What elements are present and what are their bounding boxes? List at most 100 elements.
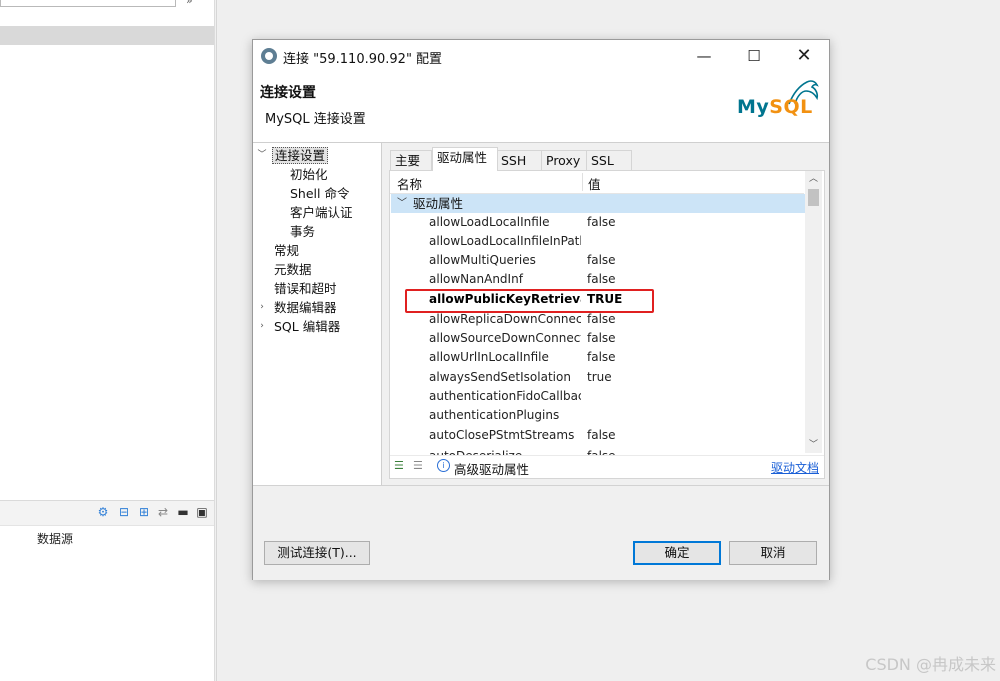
- tree-item-client-auth[interactable]: 客户端认证: [290, 203, 353, 222]
- tree-item-label: 元数据: [274, 262, 312, 277]
- property-name: authenticationFidoCallback: [429, 389, 581, 403]
- window-title: 连接 "59.110.90.92" 配置: [283, 52, 443, 67]
- info-icon: i: [437, 459, 450, 472]
- table-row[interactable]: alwaysSendSetIsolation true: [391, 368, 805, 387]
- page-subtitle: MySQL 连接设置: [265, 112, 366, 127]
- chevron-down-icon[interactable]: ﹀: [397, 194, 407, 213]
- background-left-panel: » ⚙ ⊟ ⊞ ⇄ ▬ ▣ 数据源: [0, 0, 215, 681]
- column-header-value[interactable]: 值: [588, 174, 601, 193]
- driver-properties-panel: 名称 值 ﹀ 驱动属性 allowLoadLocalInfile false al…: [389, 170, 825, 479]
- tree-item-label: SQL 编辑器: [274, 319, 341, 334]
- app-icon: [261, 48, 277, 64]
- tab-ssl[interactable]: SSL: [586, 150, 632, 171]
- property-value[interactable]: false: [587, 270, 616, 289]
- tree-item-label: Shell 命令: [290, 186, 350, 201]
- property-name: allowUrlInLocalInfile: [429, 350, 549, 364]
- property-name: allowReplicaDownConnections: [429, 312, 581, 326]
- table-row[interactable]: allowLoadLocalInfileInPath: [391, 232, 805, 251]
- tree-item-metadata[interactable]: 元数据: [274, 260, 312, 279]
- property-value[interactable]: true: [587, 368, 612, 387]
- chevron-right-icon[interactable]: ›: [257, 317, 267, 336]
- maximize-button[interactable]: ☐: [731, 40, 777, 72]
- collapse-icon[interactable]: ⊟: [117, 505, 131, 519]
- test-connection-button[interactable]: 测试连接(T)...: [264, 541, 370, 565]
- property-name: allowNanAndInf: [429, 272, 523, 286]
- add-property-icon[interactable]: ☰: [394, 459, 408, 473]
- property-value[interactable]: false: [587, 426, 616, 445]
- chevron-down-icon[interactable]: ﹀: [257, 146, 267, 165]
- watermark: CSDN @冉成未来: [865, 655, 996, 674]
- group-row-driver-properties[interactable]: ﹀ 驱动属性: [391, 194, 805, 213]
- tree-item-errors-timeouts[interactable]: 错误和超时: [274, 279, 337, 298]
- table-row[interactable]: autoClosePStmtStreams false: [391, 426, 805, 445]
- tree-item-label: 连接设置: [272, 147, 329, 164]
- property-name: allowLoadLocalInfile: [429, 215, 550, 229]
- mysql-logo: MySQL: [737, 76, 823, 124]
- table-row[interactable]: allowSourceDownConnections false: [391, 329, 805, 348]
- background-input-box[interactable]: [0, 0, 176, 7]
- minimize-icon[interactable]: ▬: [176, 505, 190, 519]
- property-name: authenticationPlugins: [429, 408, 560, 422]
- tree-item-label: 初始化: [290, 167, 328, 182]
- logo-sql: SQL: [769, 96, 813, 118]
- background-toolbar: ⚙ ⊟ ⊞ ⇄ ▬ ▣: [0, 500, 214, 526]
- close-button[interactable]: ✕: [781, 40, 827, 72]
- table-row[interactable]: allowLoadLocalInfile false: [391, 213, 805, 232]
- tree-item-general[interactable]: 常规: [274, 241, 299, 260]
- vertical-scrollbar[interactable]: ︿ ﹀: [805, 171, 822, 453]
- tree-item-label: 数据编辑器: [274, 300, 337, 315]
- property-name: allowLoadLocalInfileInPath: [429, 234, 581, 248]
- minimize-button[interactable]: —: [681, 40, 727, 72]
- tree-item-label: 错误和超时: [274, 281, 337, 296]
- tree-item-label: 事务: [290, 224, 316, 239]
- datasource-label: 数据源: [37, 532, 74, 546]
- link-icon[interactable]: ⇄: [156, 505, 170, 519]
- property-value[interactable]: false: [587, 348, 616, 367]
- tree-item-init[interactable]: 初始化: [290, 165, 328, 184]
- property-value[interactable]: false: [587, 213, 616, 232]
- tree-item-label: 常规: [274, 243, 300, 258]
- group-label: 驱动属性: [413, 196, 464, 211]
- settings-tree: ﹀ 连接设置 初始化 Shell 命令 客户端认证 事务 常规 元数据 错误和超…: [253, 143, 382, 485]
- background-selected-band: [0, 26, 214, 45]
- splitter[interactable]: [216, 0, 217, 681]
- chevron-icon[interactable]: »: [186, 0, 193, 7]
- property-name: autoClosePStmtStreams: [429, 428, 575, 442]
- tree-item-connection-settings[interactable]: 连接设置: [272, 146, 329, 165]
- table-row[interactable]: allowMultiQueries false: [391, 251, 805, 270]
- scroll-thumb[interactable]: [808, 189, 819, 206]
- expand-icon[interactable]: ⊞: [137, 505, 151, 519]
- table-row[interactable]: authenticationFidoCallback: [391, 387, 805, 406]
- table-row[interactable]: allowUrlInLocalInfile false: [391, 348, 805, 367]
- title-bar[interactable]: 连接 "59.110.90.92" 配置 — ☐ ✕: [253, 40, 829, 72]
- property-value[interactable]: false: [587, 329, 616, 348]
- tab-proxy[interactable]: Proxy: [541, 150, 589, 171]
- tree-item-shell-commands[interactable]: Shell 命令: [290, 184, 349, 203]
- table-row[interactable]: allowReplicaDownConnections false: [391, 310, 805, 329]
- table-row[interactable]: authenticationPlugins: [391, 406, 805, 425]
- property-value[interactable]: false: [587, 310, 616, 329]
- scroll-down-icon[interactable]: ﹀: [805, 437, 822, 453]
- property-name: allowSourceDownConnections: [429, 331, 581, 345]
- tab-main[interactable]: 主要: [390, 150, 432, 171]
- button-bar: 测试连接(T)... 确定 取消: [253, 485, 829, 580]
- chevron-right-icon[interactable]: ›: [257, 298, 267, 317]
- tab-ssh[interactable]: SSH: [496, 150, 544, 171]
- gear-icon[interactable]: ⚙: [96, 505, 110, 519]
- cancel-button[interactable]: 取消: [729, 541, 817, 565]
- tab-driver-properties[interactable]: 驱动属性: [432, 147, 498, 171]
- column-header-name[interactable]: 名称: [397, 174, 422, 193]
- driver-docs-link[interactable]: 驱动文档: [771, 459, 819, 476]
- column-divider[interactable]: [582, 173, 583, 191]
- tree-item-label: 客户端认证: [290, 205, 353, 220]
- scroll-up-icon[interactable]: ︿: [805, 171, 822, 187]
- ok-button[interactable]: 确定: [633, 541, 721, 565]
- dialog-header: 连接设置 MySQL 连接设置 MySQL: [253, 72, 829, 143]
- tree-item-transactions[interactable]: 事务: [290, 222, 315, 241]
- table-row[interactable]: allowNanAndInf false: [391, 270, 805, 289]
- tree-item-data-editor[interactable]: 数据编辑器: [274, 298, 337, 317]
- property-value[interactable]: false: [587, 251, 616, 270]
- remove-property-icon[interactable]: ☰: [413, 459, 427, 473]
- tree-item-sql-editor[interactable]: SQL 编辑器: [274, 317, 340, 336]
- maximize-icon[interactable]: ▣: [195, 505, 209, 519]
